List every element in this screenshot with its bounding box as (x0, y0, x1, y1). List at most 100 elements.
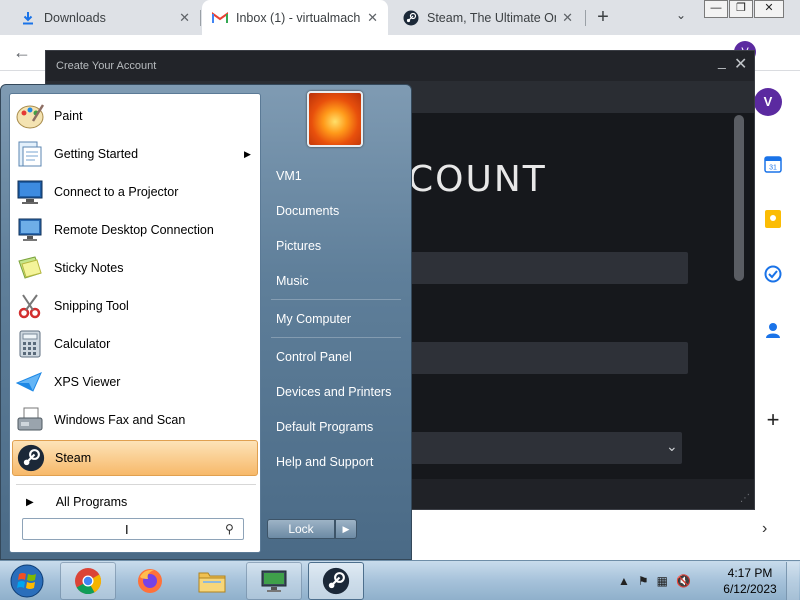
place-documents[interactable]: Documents (276, 204, 339, 218)
program-getting-started[interactable]: Getting Started ▶ (12, 136, 258, 172)
clock[interactable]: 4:17 PM 6/12/2023 (720, 565, 780, 597)
sticky-notes-icon (14, 252, 46, 284)
program-snipping-tool[interactable]: Snipping Tool (12, 288, 258, 324)
start-search-input[interactable]: I ⚲ (22, 518, 244, 540)
browser-tab-strip: Downloads ✕ Inbox (1) - virtualmachi ✕ S… (0, 0, 800, 35)
steam-icon (403, 10, 419, 26)
minimize-window-button[interactable]: — (704, 0, 728, 18)
taskbar-explorer-button[interactable] (184, 562, 240, 600)
divider (271, 337, 401, 338)
program-label: Remote Desktop Connection (54, 223, 214, 237)
program-label: Calculator (54, 337, 111, 351)
program-remote-desktop[interactable]: Remote Desktop Connection (12, 212, 258, 248)
place-user-folder[interactable]: VM1 (276, 169, 302, 183)
shutdown-options-arrow-icon[interactable]: ▶ (335, 519, 357, 539)
tab-inbox[interactable]: Inbox (1) - virtualmachi ✕ (202, 0, 388, 35)
maximize-window-button[interactable]: ❐ (729, 0, 753, 18)
place-music[interactable]: Music (276, 274, 309, 288)
close-icon[interactable]: ✕ (734, 54, 747, 74)
tab-label: Inbox (1) - virtualmachi (236, 10, 362, 25)
chevron-down-icon[interactable]: ⌄ (672, 8, 690, 26)
keep-notes-icon[interactable] (760, 206, 786, 232)
xps-viewer-icon (14, 366, 46, 398)
taskbar-remote-desktop-button[interactable] (246, 562, 302, 600)
side-panel-rail: 31 + (752, 71, 800, 561)
snipping-tool-icon (14, 290, 46, 322)
gmail-icon (212, 10, 228, 26)
windows-logo-icon (10, 564, 44, 598)
tasks-icon[interactable] (760, 261, 786, 287)
search-icon[interactable]: ⚲ (225, 522, 234, 536)
program-label: Sticky Notes (54, 261, 124, 275)
system-tray: ▲ ⚑ ▦ 🔇 (618, 567, 728, 595)
place-devices-printers[interactable]: Devices and Printers (276, 385, 391, 399)
dialog-heading: COUNT (408, 159, 547, 200)
back-arrow-icon[interactable]: ← (10, 40, 34, 64)
paint-icon (14, 100, 46, 132)
place-pictures[interactable]: Pictures (276, 239, 321, 253)
place-control-panel[interactable]: Control Panel (276, 350, 352, 364)
program-sticky-notes[interactable]: Sticky Notes (12, 250, 258, 286)
add-icon[interactable]: + (760, 407, 786, 433)
user-picture[interactable] (307, 91, 363, 147)
taskbar-steam-button[interactable] (308, 562, 364, 600)
program-xps-viewer[interactable]: XPS Viewer (12, 364, 258, 400)
volume-muted-icon[interactable]: 🔇 (676, 574, 691, 588)
chrome-icon (75, 568, 102, 595)
calendar-icon[interactable]: 31 (760, 151, 786, 177)
remote-desktop-icon (14, 214, 46, 246)
chevron-right-icon[interactable]: › (762, 520, 767, 538)
all-programs-label: All Programs (55, 495, 128, 509)
explorer-icon (198, 572, 226, 593)
close-tab-icon[interactable]: ✕ (562, 10, 573, 26)
rail-avatar[interactable]: V (754, 88, 782, 116)
firefox-icon (138, 569, 162, 593)
clock-date: 6/12/2023 (723, 582, 777, 596)
divider (16, 484, 256, 485)
tab-label: Steam, The Ultimate On (427, 10, 557, 25)
text-cursor-icon: I (125, 522, 129, 537)
program-paint[interactable]: Paint (12, 98, 258, 134)
action-center-flag-icon[interactable]: ⚑ (638, 574, 649, 588)
network-icon[interactable]: ▦ (657, 574, 668, 588)
program-fax-scan[interactable]: Windows Fax and Scan (12, 402, 258, 438)
new-tab-button[interactable]: + (592, 7, 614, 29)
program-label: Windows Fax and Scan (54, 413, 186, 427)
svg-text:31: 31 (769, 165, 777, 172)
divider (271, 299, 401, 300)
close-tab-icon[interactable]: ✕ (179, 10, 190, 26)
scrollbar-thumb[interactable] (734, 115, 744, 281)
taskbar: ▲ ⚑ ▦ 🔇 4:17 PM 6/12/2023 (0, 560, 800, 600)
program-calculator[interactable]: Calculator (12, 326, 258, 362)
show-desktop-button[interactable] (786, 562, 799, 600)
start-button[interactable] (4, 562, 50, 600)
program-label: Paint (54, 109, 83, 123)
resize-grip-icon[interactable]: ⋰ (740, 493, 750, 504)
place-help-support[interactable]: Help and Support (276, 455, 373, 469)
tab-steam[interactable]: Steam, The Ultimate On ✕ (393, 0, 583, 35)
program-connect-projector[interactable]: Connect to a Projector (12, 174, 258, 210)
program-steam[interactable]: Steam (12, 440, 258, 476)
tab-label: Downloads (44, 10, 106, 25)
submenu-arrow-icon: ▶ (244, 148, 251, 159)
minimize-icon[interactable]: _ (718, 53, 726, 69)
tab-separator (200, 10, 201, 26)
calculator-icon (14, 328, 46, 360)
lock-button[interactable]: Lock (267, 519, 335, 539)
taskbar-firefox-button[interactable] (122, 562, 178, 600)
close-window-button[interactable]: ✕ (754, 0, 784, 18)
program-label: Connect to a Projector (54, 185, 179, 199)
program-label: Snipping Tool (54, 299, 129, 313)
all-programs-button[interactable]: ▶ All Programs (20, 490, 256, 514)
place-default-programs[interactable]: Default Programs (276, 420, 373, 434)
tab-downloads[interactable]: Downloads ✕ (0, 0, 200, 35)
contacts-icon[interactable] (760, 317, 786, 343)
close-tab-icon[interactable]: ✕ (367, 10, 378, 26)
start-menu: Paint Getting Started ▶ Connect to a Pro… (0, 84, 412, 560)
download-icon (20, 10, 36, 26)
projector-icon (14, 176, 46, 208)
clock-time: 4:17 PM (727, 566, 773, 580)
place-my-computer[interactable]: My Computer (276, 312, 351, 326)
show-hidden-icons-icon[interactable]: ▲ (618, 574, 630, 588)
taskbar-chrome-button[interactable] (60, 562, 116, 600)
